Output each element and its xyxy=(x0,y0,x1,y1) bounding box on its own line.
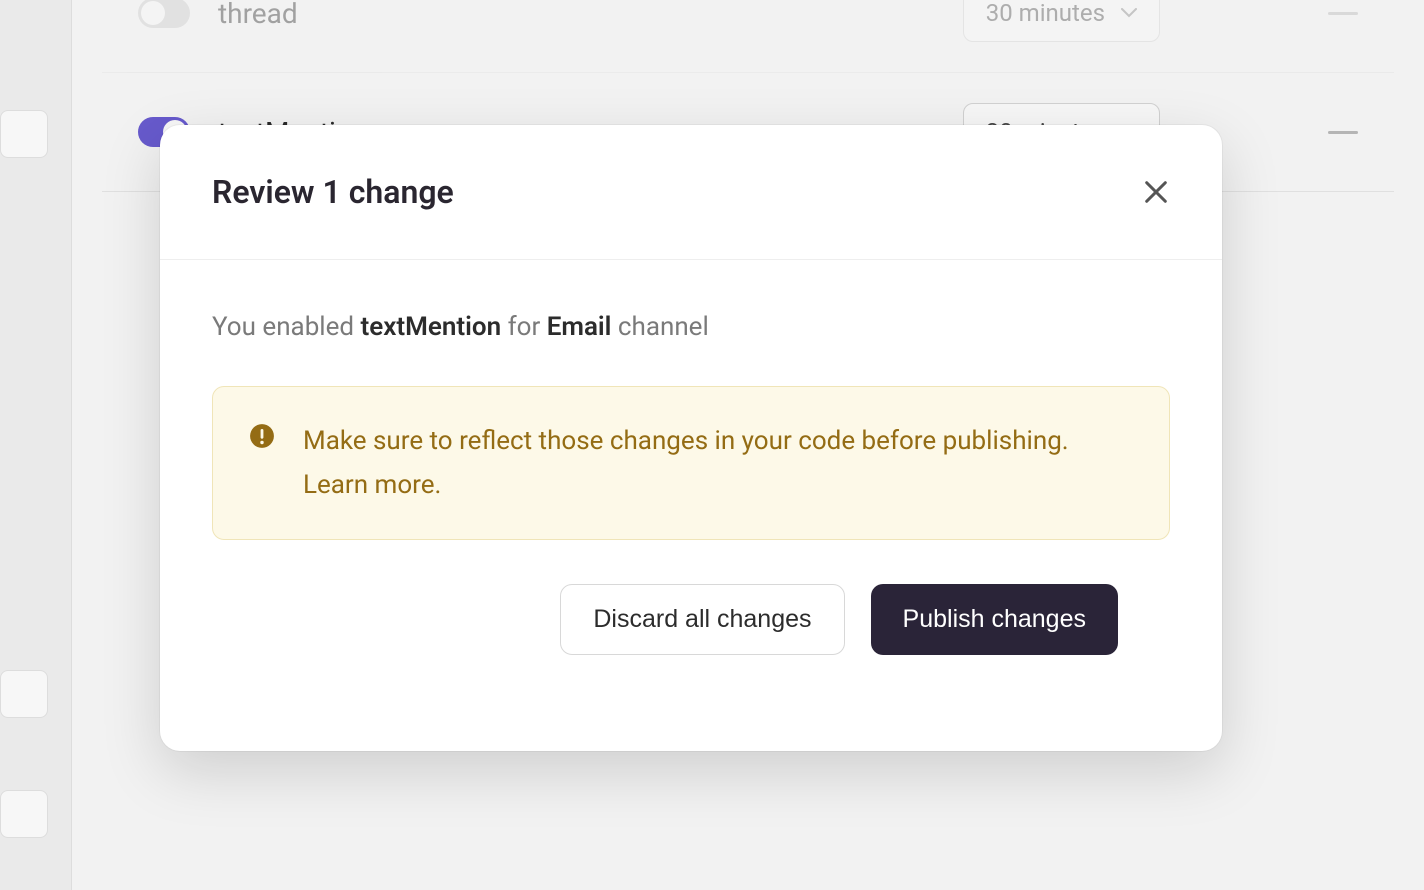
review-changes-modal: Review 1 change You enabled textMention … xyxy=(160,125,1222,751)
discard-button[interactable]: Discard all changes xyxy=(560,584,844,655)
summary-mid: for xyxy=(501,312,547,342)
summary-prefix: You enabled xyxy=(212,312,361,342)
modal-footer: Discard all changes Publish changes xyxy=(212,584,1170,703)
warning-banner: Make sure to reflect those changes in yo… xyxy=(212,386,1170,540)
warning-text: Make sure to reflect those changes in yo… xyxy=(303,419,1133,507)
warning-message: Make sure to reflect those changes in yo… xyxy=(303,426,1069,456)
publish-button[interactable]: Publish changes xyxy=(871,584,1118,655)
modal-header: Review 1 change xyxy=(160,125,1222,260)
summary-kind: textMention xyxy=(361,312,502,342)
modal-title: Review 1 change xyxy=(212,173,454,211)
change-summary: You enabled textMention for Email channe… xyxy=(212,312,1170,342)
modal-body: You enabled textMention for Email channe… xyxy=(160,260,1222,751)
warning-icon xyxy=(249,423,275,449)
close-icon[interactable] xyxy=(1142,178,1170,206)
summary-channel: Email xyxy=(547,312,612,342)
warning-learn-more-link[interactable]: Learn more. xyxy=(303,470,441,500)
summary-suffix: channel xyxy=(611,312,708,342)
